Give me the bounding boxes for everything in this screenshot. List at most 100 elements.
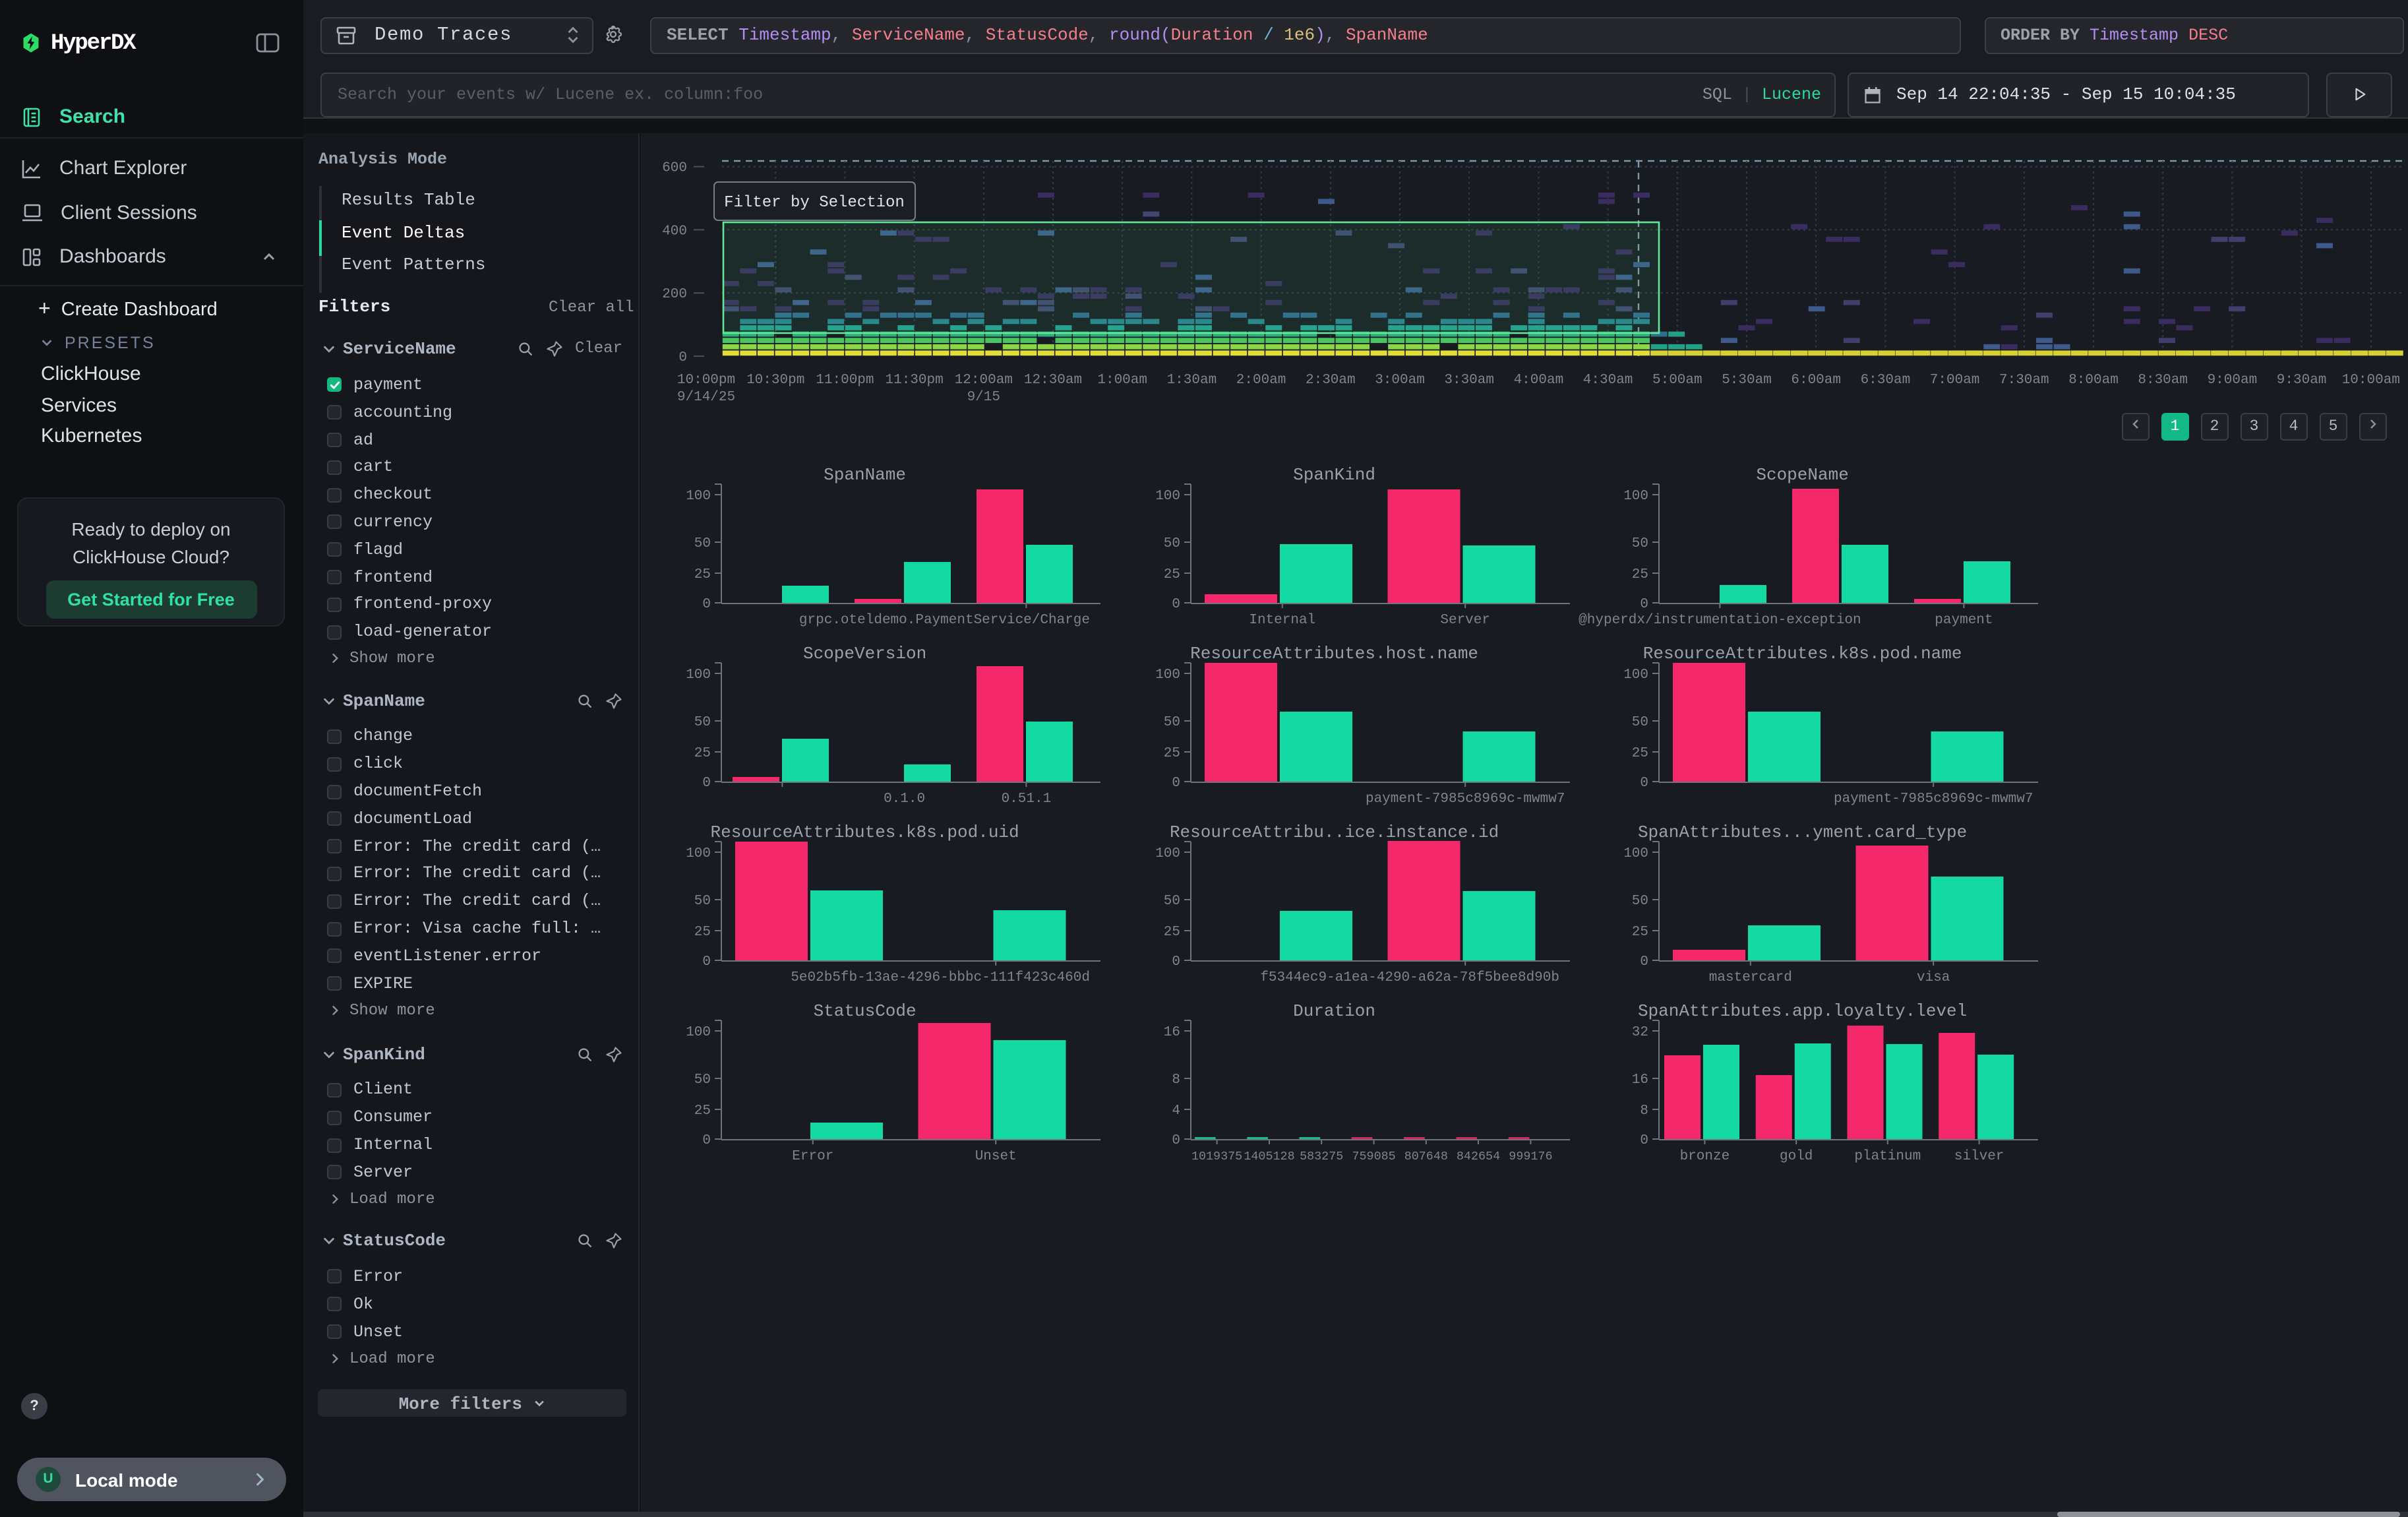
svg-text:25: 25 xyxy=(1164,746,1180,761)
svg-text:gold: gold xyxy=(1780,1149,1813,1164)
svg-text:100: 100 xyxy=(1623,846,1648,861)
svg-text:50: 50 xyxy=(1164,536,1180,551)
svg-text:Filter by Selection: Filter by Selection xyxy=(724,194,905,212)
svg-text:100: 100 xyxy=(686,667,711,683)
svg-text:842654: 842654 xyxy=(1457,1150,1500,1163)
svg-text:0: 0 xyxy=(1640,1133,1648,1148)
svg-text:400: 400 xyxy=(662,224,687,239)
svg-text:3:30am: 3:30am xyxy=(1444,373,1494,388)
svg-text:0: 0 xyxy=(702,954,711,970)
svg-text:16: 16 xyxy=(1632,1072,1648,1088)
svg-text:25: 25 xyxy=(1632,746,1648,761)
svg-text:5e02b5fb-13ae-4296-bbbc-111f42: 5e02b5fb-13ae-4296-bbbc-111f423c460d xyxy=(791,970,1090,985)
svg-text:0: 0 xyxy=(1172,776,1180,791)
svg-text:6:00am: 6:00am xyxy=(1791,373,1841,388)
svg-text:10:00pm: 10:00pm xyxy=(677,373,735,388)
svg-text:100: 100 xyxy=(686,1025,711,1040)
svg-text:25: 25 xyxy=(1632,925,1648,940)
svg-text:ScopeVersion: ScopeVersion xyxy=(803,644,926,664)
svg-text:50: 50 xyxy=(694,1072,711,1088)
svg-text:100: 100 xyxy=(1155,667,1180,683)
svg-text:50: 50 xyxy=(1164,894,1180,909)
svg-text:50: 50 xyxy=(1632,536,1648,551)
svg-text:0.51.1: 0.51.1 xyxy=(1002,791,1052,807)
svg-text:7:30am: 7:30am xyxy=(1999,373,2049,388)
svg-text:SpanAttributes.app.loyalty.lev: SpanAttributes.app.loyalty.level xyxy=(1638,1001,1967,1021)
svg-text:12:00am: 12:00am xyxy=(955,373,1013,388)
svg-text:silver: silver xyxy=(1954,1149,2004,1164)
svg-text:759085: 759085 xyxy=(1352,1150,1395,1163)
svg-text:25: 25 xyxy=(1632,567,1648,582)
svg-text:50: 50 xyxy=(1632,894,1648,909)
svg-text:25: 25 xyxy=(694,1103,711,1119)
svg-text:25: 25 xyxy=(694,746,711,761)
svg-text:StatusCode: StatusCode xyxy=(814,1001,917,1021)
svg-text:2:30am: 2:30am xyxy=(1306,373,1356,388)
svg-text:50: 50 xyxy=(1164,715,1180,730)
svg-text:ResourceAttributes.k8s.pod.nam: ResourceAttributes.k8s.pod.name xyxy=(1643,644,1962,664)
svg-text:visa: visa xyxy=(1917,970,1950,985)
svg-text:8: 8 xyxy=(1640,1103,1648,1119)
svg-text:ResourceAttributes.host.name: ResourceAttributes.host.name xyxy=(1190,644,1478,664)
svg-text:0.1.0: 0.1.0 xyxy=(884,791,925,807)
svg-text:50: 50 xyxy=(694,715,711,730)
svg-text:5:00am: 5:00am xyxy=(1652,373,1702,388)
svg-text:Internal: Internal xyxy=(1249,613,1315,628)
svg-text:50: 50 xyxy=(694,894,711,909)
svg-text:100: 100 xyxy=(1155,489,1180,504)
svg-text:100: 100 xyxy=(686,846,711,861)
svg-text:platinum: platinum xyxy=(1854,1149,1921,1164)
svg-text:9:00am: 9:00am xyxy=(2208,373,2258,388)
svg-text:11:00pm: 11:00pm xyxy=(816,373,874,388)
svg-text:1:30am: 1:30am xyxy=(1167,373,1217,388)
svg-text:4:00am: 4:00am xyxy=(1514,373,1564,388)
svg-text:32: 32 xyxy=(1632,1025,1648,1040)
svg-text:1019375: 1019375 xyxy=(1191,1150,1242,1163)
svg-text:999176: 999176 xyxy=(1509,1150,1552,1163)
svg-text:0: 0 xyxy=(702,597,711,612)
svg-text:50: 50 xyxy=(1632,715,1648,730)
svg-text:100: 100 xyxy=(686,489,711,504)
svg-text:3:00am: 3:00am xyxy=(1375,373,1425,388)
svg-text:0: 0 xyxy=(1640,776,1648,791)
svg-text:8:00am: 8:00am xyxy=(2068,373,2119,388)
svg-text:8:30am: 8:30am xyxy=(2138,373,2188,388)
svg-text:0: 0 xyxy=(678,350,687,365)
svg-text:25: 25 xyxy=(694,567,711,582)
svg-text:4:30am: 4:30am xyxy=(1583,373,1633,388)
svg-text:Duration: Duration xyxy=(1293,1001,1375,1021)
svg-text:1405128: 1405128 xyxy=(1244,1150,1294,1163)
svg-text:9/14/25: 9/14/25 xyxy=(677,390,735,405)
svg-text:SpanName: SpanName xyxy=(824,465,906,485)
svg-text:4: 4 xyxy=(1172,1103,1180,1119)
svg-text:25: 25 xyxy=(1164,925,1180,940)
svg-text:5:30am: 5:30am xyxy=(1722,373,1772,388)
svg-text:9/15: 9/15 xyxy=(967,390,1000,405)
svg-text:mastercard: mastercard xyxy=(1709,970,1792,985)
svg-text:100: 100 xyxy=(1623,489,1648,504)
svg-text:1:00am: 1:00am xyxy=(1097,373,1147,388)
svg-text:ResourceAttributes.k8s.pod.uid: ResourceAttributes.k8s.pod.uid xyxy=(711,822,1019,842)
svg-text:25: 25 xyxy=(694,925,711,940)
svg-text:0: 0 xyxy=(702,1133,711,1148)
svg-text:0: 0 xyxy=(1172,597,1180,612)
svg-text:10:30pm: 10:30pm xyxy=(746,373,804,388)
svg-text:0: 0 xyxy=(1640,597,1648,612)
svg-text:f5344ec9-a1ea-4290-a62a-78f5be: f5344ec9-a1ea-4290-a62a-78f5bee8d90b xyxy=(1260,970,1559,985)
svg-text:583275: 583275 xyxy=(1300,1150,1343,1163)
svg-text:0: 0 xyxy=(1172,954,1180,970)
svg-text:0: 0 xyxy=(702,776,711,791)
svg-text:7:00am: 7:00am xyxy=(1930,373,1980,388)
svg-text:Server: Server xyxy=(1440,613,1490,628)
svg-text:SpanAttributes...yment.card_ty: SpanAttributes...yment.card_type xyxy=(1638,822,1967,842)
svg-text:6:30am: 6:30am xyxy=(1861,373,1911,388)
svg-text:11:30pm: 11:30pm xyxy=(885,373,943,388)
svg-text:25: 25 xyxy=(1164,567,1180,582)
svg-text:600: 600 xyxy=(662,161,687,176)
svg-text:@hyperdx/instrumentation-excep: @hyperdx/instrumentation-exception xyxy=(1579,613,1861,628)
svg-text:ScopeName: ScopeName xyxy=(1756,465,1848,485)
svg-text:payment: payment xyxy=(1935,613,1993,628)
svg-text:12:30am: 12:30am xyxy=(1024,373,1082,388)
svg-text:8: 8 xyxy=(1172,1072,1180,1088)
svg-text:Unset: Unset xyxy=(975,1149,1017,1164)
